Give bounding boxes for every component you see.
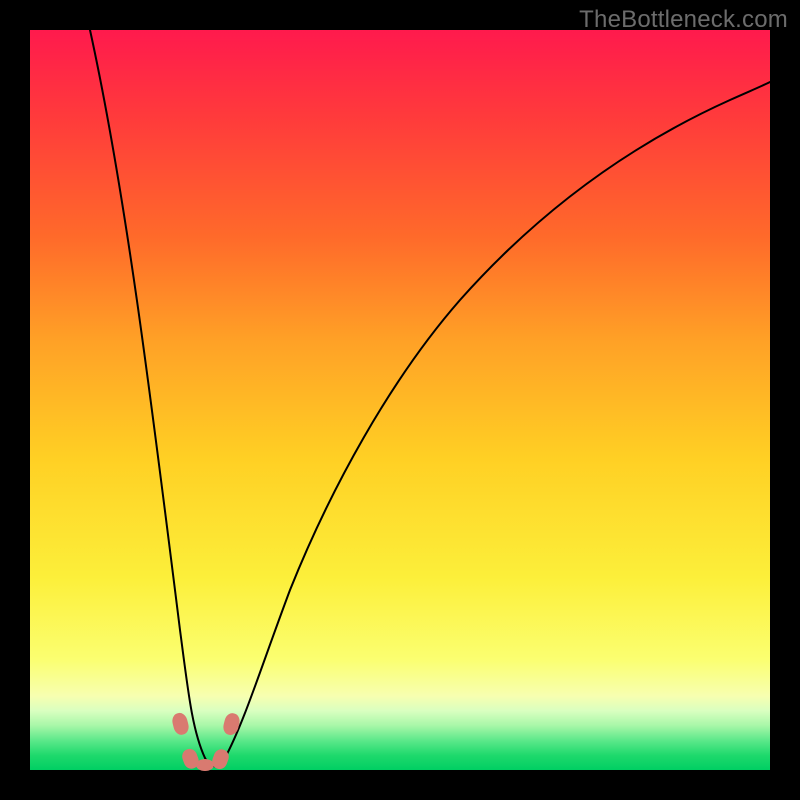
curve-marker	[171, 711, 191, 736]
watermark-text: TheBottleneck.com	[579, 6, 788, 34]
chart-frame: TheBottleneck.com	[0, 0, 800, 800]
bottleneck-curve	[90, 30, 770, 766]
curve-layer	[30, 30, 770, 770]
plot-area	[30, 30, 770, 770]
curve-marker	[222, 712, 242, 737]
curve-marker	[196, 759, 214, 771]
